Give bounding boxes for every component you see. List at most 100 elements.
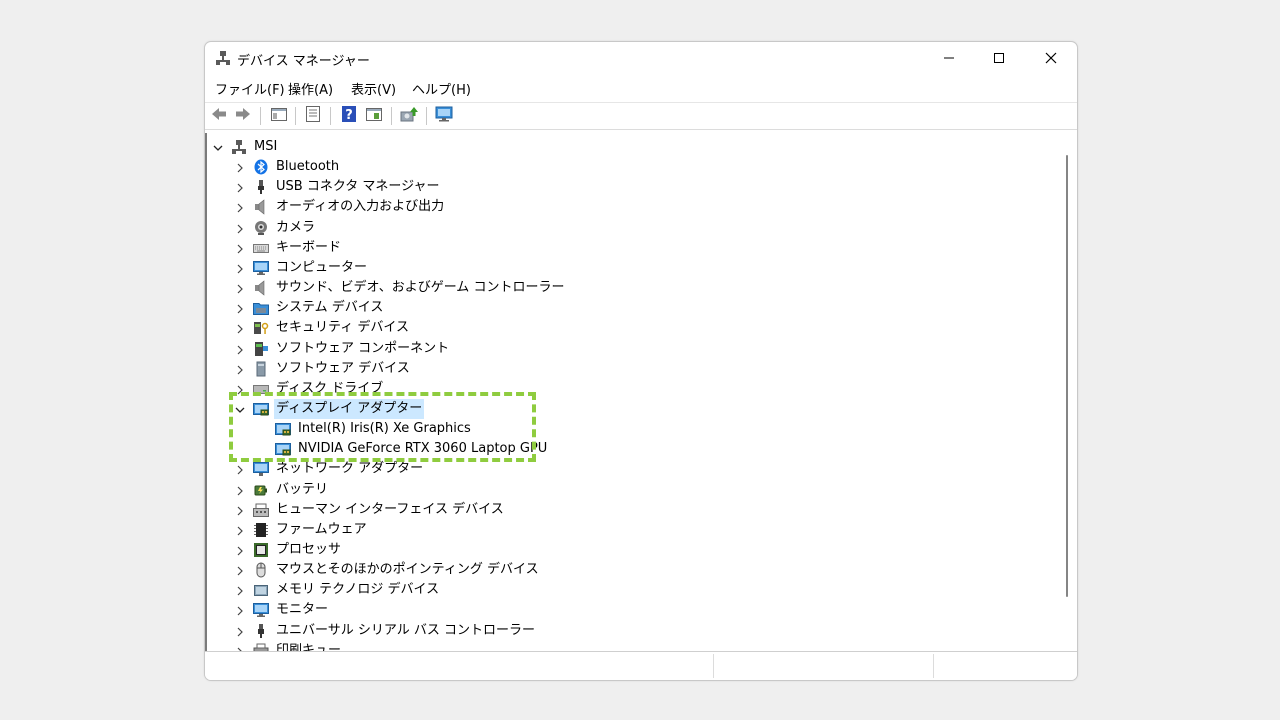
tree-node-label: コンピューター [276,259,368,275]
chevron-right-icon[interactable] [235,605,245,616]
action-pane-icon [364,104,384,128]
maximize-button[interactable] [973,42,1025,74]
computer-network-icon [231,139,247,155]
chevron-right-icon[interactable] [235,243,245,254]
monitor-icon [253,602,269,618]
system-folder-icon [253,300,269,316]
tree-category-node[interactable]: モニター [207,600,1057,620]
tree-category-node[interactable]: 印刷キュー [207,641,1057,651]
hid-icon [253,502,269,518]
tree-node-label: バッテリ [276,481,329,497]
tree-category-node[interactable]: マウスとそのほかのポインティング デバイス [207,560,1057,580]
software-component-icon [253,341,269,357]
minimize-icon [943,49,955,68]
chevron-right-icon[interactable] [235,223,245,234]
tree-node-label: 印刷キュー [276,642,342,651]
network-adapter-icon [253,461,269,477]
tree-category-node[interactable]: Bluetooth [207,157,1057,177]
chevron-right-icon[interactable] [235,323,245,334]
toolbar-separator [295,107,296,125]
tree-category-node[interactable]: メモリ テクノロジ デバイス [207,580,1057,600]
tree-category-node[interactable]: ヒューマン インターフェイス デバイス [207,500,1057,520]
toolbar-separator [426,107,427,125]
tree-node-label: ヒューマン インターフェイス デバイス [276,501,504,517]
tree-category-node[interactable]: カメラ [207,218,1057,238]
chevron-right-icon[interactable] [235,464,245,475]
tree-category-node[interactable]: プロセッサ [207,540,1057,560]
chevron-right-icon[interactable] [235,585,245,596]
chevron-right-icon[interactable] [235,626,245,637]
show-hide-console-tree-icon [269,104,289,128]
show-hide-console-tree-button[interactable] [269,106,289,126]
menu-action[interactable]: 操作(A) [288,79,333,98]
chevron-right-icon[interactable] [235,263,245,274]
tree-node-label: ネットワーク アダプター [276,461,424,477]
tree-category-node[interactable]: USB コネクタ マネージャー [207,177,1057,197]
status-bar [205,651,1077,680]
tree-node-label: セキュリティ デバイス [276,320,409,336]
tree-category-node[interactable]: コンピューター [207,258,1057,278]
tree-category-node[interactable]: セキュリティ デバイス [207,318,1057,338]
menu-bar: ファイル(F) 操作(A) 表示(V) ヘルプ(H) [205,75,1077,101]
minimize-button[interactable] [923,42,975,74]
firmware-icon [253,522,269,538]
properties-button[interactable] [303,106,323,126]
tree-node-label: MSI [254,139,278,154]
scrollbar-thumb[interactable] [1066,155,1068,597]
menu-file[interactable]: ファイル(F) [215,79,285,98]
update-driver-button[interactable] [399,106,419,126]
chevron-right-icon[interactable] [235,283,245,294]
chevron-right-icon[interactable] [235,565,245,576]
tree-node-label: USB コネクタ マネージャー [276,179,440,195]
chevron-right-icon[interactable] [235,364,245,375]
chevron-right-icon[interactable] [235,505,245,516]
tree-category-node[interactable]: ファームウェア [207,520,1057,540]
memory-device-icon [253,582,269,598]
software-device-icon [253,361,269,377]
help-button[interactable]: ? [339,106,359,126]
back-button[interactable] [209,106,229,126]
monitor-icon [253,260,269,276]
scan-hardware-button[interactable] [434,106,454,126]
vertical-scrollbar[interactable] [1057,133,1077,651]
tree-node-label: オーディオの入力および出力 [276,199,445,215]
status-separator [933,654,934,678]
tree-node-label: サウンド、ビデオ、およびゲーム コントローラー [276,280,565,296]
device-manager-window: デバイス マネージャー ファイル(F) 操作(A) 表示(V) ヘルプ(H) ?… [204,41,1078,681]
tree-node-label: Bluetooth [276,159,340,175]
tree-category-node[interactable]: ユニバーサル シリアル バス コントローラー [207,621,1057,641]
forward-button[interactable] [233,106,253,126]
tree-node-label: カメラ [276,219,316,235]
tree-root-node[interactable]: MSI [207,137,1057,157]
menu-help[interactable]: ヘルプ(H) [412,79,471,98]
chevron-right-icon[interactable] [235,182,245,193]
tree-category-node[interactable]: オーディオの入力および出力 [207,197,1057,217]
keyboard-icon [253,240,269,256]
chevron-right-icon[interactable] [235,485,245,495]
usb-connector-icon [253,179,269,195]
chevron-right-icon[interactable] [235,162,245,173]
chevron-right-icon[interactable] [235,525,245,536]
update-driver-icon [399,104,419,128]
tree-category-node[interactable]: バッテリ [207,480,1057,500]
title-bar[interactable]: デバイス マネージャー [205,42,1077,74]
tree-category-node[interactable]: サウンド、ビデオ、およびゲーム コントローラー [207,278,1057,298]
chevron-right-icon[interactable] [235,303,245,314]
chevron-down-icon[interactable] [213,142,223,152]
close-button[interactable] [1025,42,1077,74]
chevron-right-icon[interactable] [235,202,245,213]
action-pane-button[interactable] [364,106,384,126]
tree-category-node[interactable]: キーボード [207,238,1057,258]
battery-icon [253,482,269,498]
scan-hardware-icon [434,104,454,128]
menu-view[interactable]: 表示(V) [351,79,396,98]
tree-category-node[interactable]: ネットワーク アダプター [207,459,1057,479]
tree-category-node[interactable]: ソフトウェア デバイス [207,359,1057,379]
tree-category-node[interactable]: ソフトウェア コンポーネント [207,339,1057,359]
bluetooth-icon [253,159,269,175]
chevron-right-icon[interactable] [235,545,245,556]
tree-node-label: ユニバーサル シリアル バス コントローラー [276,622,536,638]
tree-category-node[interactable]: システム デバイス [207,298,1057,318]
help-icon: ? [339,104,359,128]
chevron-right-icon[interactable] [235,344,245,354]
